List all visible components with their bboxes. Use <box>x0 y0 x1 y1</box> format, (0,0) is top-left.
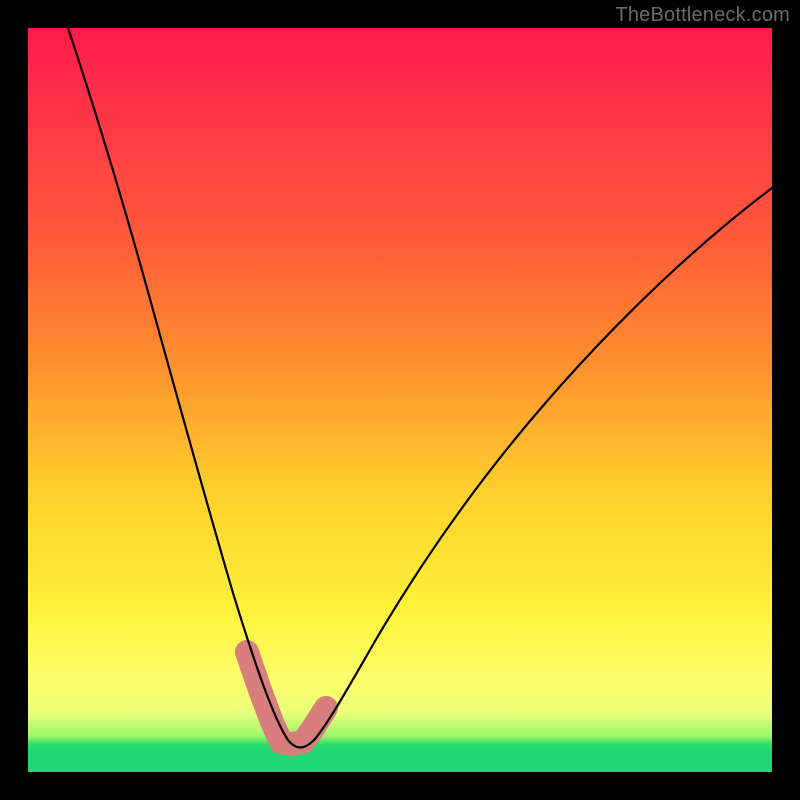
plot-area <box>28 28 772 772</box>
bottom-highlight-path <box>247 652 326 744</box>
chart-frame: TheBottleneck.com <box>0 0 800 800</box>
bottleneck-curve-path <box>68 28 772 748</box>
watermark-text: TheBottleneck.com <box>615 4 790 27</box>
chart-svg <box>28 28 772 772</box>
